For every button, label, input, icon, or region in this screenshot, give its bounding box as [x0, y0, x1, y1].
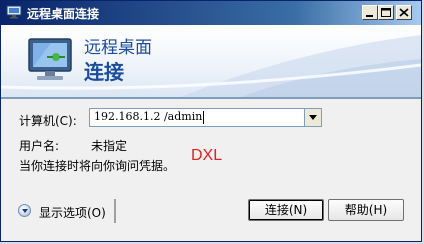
annotation-text: DXL: [191, 147, 223, 164]
chevron-down-icon: [18, 204, 31, 217]
remote-desktop-window: 远程桌面连接 远程桌面 连接 计算机(C): 192.168.1.2 /admi…: [0, 0, 422, 242]
banner-title-line2: 连接: [84, 60, 124, 84]
show-options-button[interactable]: 显示选项(O): [14, 199, 116, 223]
computer-combobox[interactable]: 192.168.1.2 /admin: [89, 108, 322, 127]
username-value: 未指定: [91, 139, 128, 153]
maximize-icon: [381, 8, 391, 17]
banner-title-line1: 远程桌面: [84, 38, 152, 58]
computer-input[interactable]: 192.168.1.2 /admin: [94, 110, 202, 123]
title-bar[interactable]: 远程桌面连接: [1, 1, 421, 25]
dropdown-arrow-icon: [309, 115, 317, 120]
text-caret: [203, 111, 204, 124]
monitor-connection-icon: [28, 38, 72, 80]
credentials-info-text: 当你连接时将向你询问凭据。: [19, 159, 176, 173]
window-title: 远程桌面连接: [27, 7, 100, 21]
remote-desktop-icon: [6, 5, 22, 19]
computer-label: 计算机(C):: [19, 114, 77, 128]
connect-button[interactable]: 连接(N): [248, 199, 324, 221]
help-button[interactable]: 帮助(H): [328, 199, 404, 221]
minimize-icon: [366, 15, 373, 17]
computer-dropdown-button[interactable]: [304, 109, 321, 126]
dialog-content: 计算机(C): 192.168.1.2 /admin 用户名: 未指定 当你连接…: [1, 99, 421, 241]
username-label: 用户名:: [19, 139, 60, 153]
header-banner: 远程桌面 连接: [1, 25, 421, 97]
close-button[interactable]: [396, 5, 412, 20]
minimize-button[interactable]: [362, 5, 378, 20]
maximize-button[interactable]: [378, 5, 394, 20]
close-icon: [399, 8, 409, 17]
show-options-label: 显示选项(O): [39, 206, 106, 220]
